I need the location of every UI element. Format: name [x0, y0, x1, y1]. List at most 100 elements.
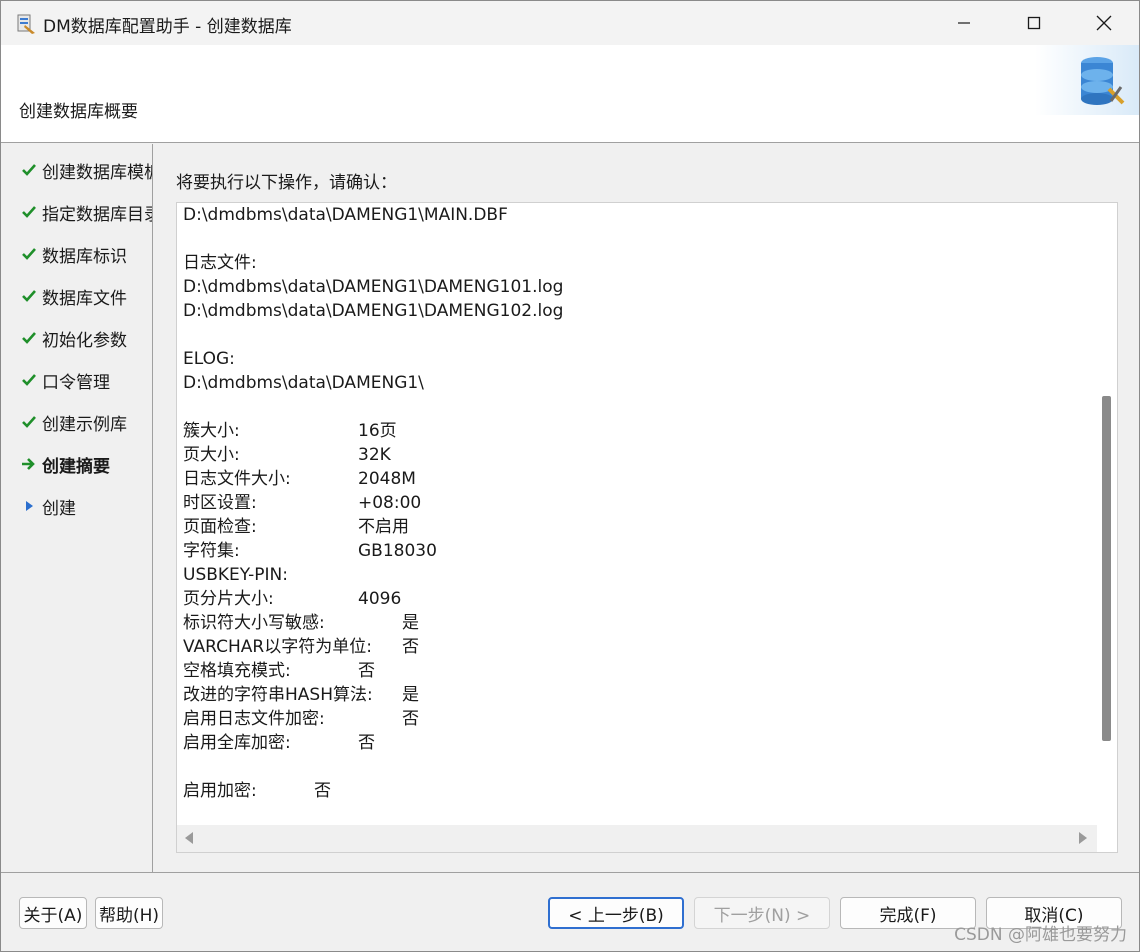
step-item-current: 创建摘要 — [21, 451, 110, 477]
scrollbar-thumb[interactable] — [1102, 396, 1111, 741]
summary-value: 否 — [402, 637, 419, 657]
check-icon — [21, 245, 37, 263]
confirm-prompt: 将要执行以下操作，请确认： — [176, 173, 397, 193]
check-icon — [21, 161, 37, 179]
step-label: 创建示例库 — [42, 414, 127, 435]
step-label: 初始化参数 — [42, 330, 127, 351]
summary-row: 日志文件大小: 2048M — [183, 467, 1088, 491]
check-icon — [21, 371, 37, 389]
page-title: 创建数据库概要 — [19, 102, 138, 122]
summary-value: 16页 — [358, 421, 397, 441]
summary-line: D:\dmdbms\data\DAMENG1\DAMENG101.log — [183, 277, 564, 297]
minimize-icon — [958, 22, 970, 24]
summary-key: 字符集: — [183, 541, 240, 561]
close-icon — [1096, 15, 1112, 31]
step-label: 创建 — [42, 498, 76, 519]
summary-row: 改进的字符串HASH算法: 是 — [183, 683, 1088, 707]
triangle-right-icon — [21, 497, 37, 515]
summary-key: VARCHAR以字符为单位: — [183, 637, 372, 657]
summary-line: D:\dmdbms\data\DAMENG1\DAMENG102.log — [183, 301, 564, 321]
summary-value: 32K — [358, 445, 391, 465]
summary-key: 页面检查: — [183, 517, 257, 537]
scroll-right-icon[interactable] — [1079, 832, 1087, 844]
summary-row: 启用全库加密: 否 — [183, 731, 1088, 755]
window-title: DM数据库配置助手 - 创建数据库 — [43, 17, 292, 37]
summary-value: 否 — [314, 781, 331, 801]
summary-key: 簇大小: — [183, 421, 240, 441]
check-icon — [21, 329, 37, 347]
maximize-button[interactable] — [999, 1, 1069, 45]
summary-key: 日志文件大小: — [183, 469, 291, 489]
scroll-left-icon[interactable] — [185, 832, 193, 844]
step-label: 指定数据库目录 — [42, 204, 153, 225]
step-item: 数据库文件 — [21, 283, 127, 309]
wizard-steps: 创建数据库模板 指定数据库目录 数据库标识 数据库文件 初始化参数 口令管理 创… — [1, 144, 153, 872]
maximize-icon — [1027, 16, 1041, 30]
summary-row: 启用加密: 否 — [183, 779, 1088, 803]
summary-row: 簇大小: 16页 — [183, 419, 1088, 443]
wizard-header: 创建数据库概要 — [1, 45, 1139, 143]
main-panel: 将要执行以下操作，请确认： D:\dmdbms\data\DAMENG1\MAI… — [154, 144, 1139, 872]
summary-value: +08:00 — [358, 493, 422, 513]
summary-key: 启用日志文件加密: — [183, 709, 325, 729]
summary-value: 2048M — [358, 469, 416, 489]
summary-row: 页分片大小: 4096 — [183, 587, 1088, 611]
summary-row: 标识符大小写敏感: 是 — [183, 611, 1088, 635]
vertical-scrollbar[interactable] — [1095, 203, 1117, 825]
step-item: 创建 — [21, 493, 76, 519]
dialog-window: DM数据库配置助手 - 创建数据库 创建数据库概要 创建数据库模板 指定数据库目… — [0, 0, 1140, 952]
summary-row: 启用日志文件加密: 否 — [183, 707, 1088, 731]
summary-line — [183, 395, 1088, 419]
summary-key: 改进的字符串HASH算法: — [183, 685, 373, 705]
summary-line — [183, 755, 1088, 779]
summary-key: 时区设置: — [183, 493, 257, 513]
watermark: CSDN @阿雄也要努力 — [954, 925, 1127, 945]
step-label: 创建摘要 — [42, 456, 110, 477]
summary-row: 字符集: GB18030 — [183, 539, 1088, 563]
check-icon — [21, 413, 37, 431]
summary-line: ELOG: — [183, 349, 235, 369]
step-item: 指定数据库目录 — [21, 199, 153, 225]
summary-value: 是 — [402, 613, 419, 633]
horizontal-scrollbar[interactable] — [177, 825, 1097, 852]
check-icon — [21, 287, 37, 305]
summary-line: 日志文件: — [183, 253, 257, 273]
summary-value: 否 — [358, 661, 375, 681]
summary-textbox[interactable]: D:\dmdbms\data\DAMENG1\MAIN.DBF 日志文件: D:… — [176, 202, 1118, 853]
minimize-button[interactable] — [929, 1, 999, 45]
step-label: 创建数据库模板 — [42, 162, 153, 183]
summary-line: D:\dmdbms\data\DAMENG1\ — [183, 373, 424, 393]
summary-key: 页分片大小: — [183, 589, 274, 609]
summary-text: D:\dmdbms\data\DAMENG1\MAIN.DBF 日志文件: D:… — [183, 203, 1088, 825]
check-icon — [21, 203, 37, 221]
summary-line — [183, 323, 1088, 347]
step-label: 口令管理 — [42, 372, 110, 393]
step-item: 创建示例库 — [21, 409, 127, 435]
summary-key: 启用加密: — [183, 781, 257, 801]
step-item: 初始化参数 — [21, 325, 127, 351]
summary-row: 页面检查: 不启用 — [183, 515, 1088, 539]
summary-value: 不启用 — [358, 517, 409, 537]
about-button[interactable]: 关于(A) — [19, 897, 87, 929]
database-config-icon — [1035, 45, 1139, 115]
summary-value: GB18030 — [358, 541, 437, 561]
summary-row: USBKEY-PIN: — [183, 563, 1088, 587]
summary-key: USBKEY-PIN: — [183, 565, 288, 585]
prev-button[interactable]: < 上一步(B) — [548, 897, 684, 929]
summary-key: 空格填充模式: — [183, 661, 291, 681]
summary-value: 否 — [358, 733, 375, 753]
summary-row: 空格填充模式: 否 — [183, 659, 1088, 683]
arrow-right-icon — [21, 455, 37, 473]
summary-key: 标识符大小写敏感: — [183, 613, 325, 633]
summary-row: 时区设置: +08:00 — [183, 491, 1088, 515]
close-button[interactable] — [1069, 1, 1139, 45]
help-button[interactable]: 帮助(H) — [95, 897, 163, 929]
next-button[interactable]: 下一步(N) > — [694, 897, 830, 929]
summary-value: 4096 — [358, 589, 402, 609]
summary-row: VARCHAR以字符为单位: 否 — [183, 635, 1088, 659]
summary-value: 是 — [402, 685, 419, 705]
summary-row: 页大小: 32K — [183, 443, 1088, 467]
summary-line — [183, 227, 1088, 251]
step-label: 数据库标识 — [42, 246, 127, 267]
summary-line: D:\dmdbms\data\DAMENG1\MAIN.DBF — [183, 205, 508, 225]
